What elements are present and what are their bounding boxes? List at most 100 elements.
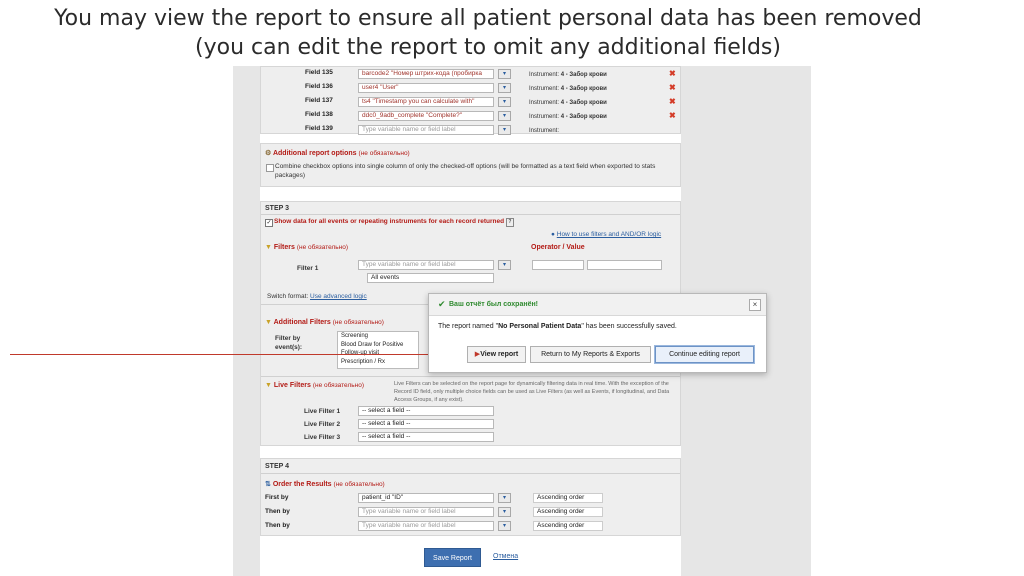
field-dropdown-button[interactable]: ▾ — [498, 97, 511, 107]
step4-panel: STEP 4 ⇅ Order the Results (не обязатель… — [260, 458, 681, 536]
order-row-label: Then by — [265, 522, 290, 529]
event-option[interactable]: Screening — [338, 332, 418, 341]
order-results-optional: (не обязательно) — [333, 481, 385, 488]
field-instrument: Instrument: 4 - Забор крови — [529, 71, 607, 79]
save-report-button[interactable]: Save Report — [424, 548, 481, 567]
optional-label: (не обязательно) — [358, 150, 410, 157]
additional-options-label: Additional report options — [272, 150, 357, 157]
field-row: Field 136 user4 "User" ▾ Instrument: 4 - За… — [261, 82, 680, 96]
field-variable-input[interactable]: user4 "User" — [358, 83, 494, 93]
order-dropdown-button[interactable]: ▾ — [498, 521, 511, 531]
instrument-label: Instrument: — [529, 100, 560, 106]
order-field-input[interactable]: patient_id "ID" — [358, 493, 494, 503]
order-row-label: Then by — [265, 508, 290, 515]
field-variable-input[interactable]: barcode2 "Номер штрих-кода (пробирка — [358, 69, 494, 79]
delete-field-icon[interactable]: ✖ — [669, 98, 676, 106]
info-icon: ● — [551, 231, 555, 238]
event-option[interactable]: Prescription / Rx — [338, 358, 418, 367]
order-results-title: ⇅ Order the Results (не обязательно) — [265, 480, 385, 488]
checkmark-icon: ✔ — [438, 299, 446, 309]
dialog-title: Ваш отчёт был сохранён! — [449, 301, 539, 308]
order-results-label: Order the Results — [272, 481, 332, 488]
cancel-link[interactable]: Отмена — [493, 553, 518, 560]
live-filter-select[interactable]: -- select a field -- — [358, 406, 494, 416]
help-question-icon[interactable]: ? — [505, 218, 514, 227]
field-variable-input[interactable]: ddc0_9adb_complete "Complete?" — [358, 111, 494, 121]
field-label: Field 138 — [305, 111, 333, 118]
live-filter-label: Live Filter 2 — [304, 421, 341, 428]
field-dropdown-button[interactable]: ▾ — [498, 69, 511, 79]
view-report-button[interactable]: ▶View report — [467, 346, 526, 363]
field-instrument: Instrument: 4 - Забор крови — [529, 99, 607, 107]
field-instrument: Instrument: 4 - Забор крови — [529, 85, 607, 93]
view-report-label: View report — [480, 351, 519, 358]
continue-editing-button[interactable]: Continue editing report — [655, 346, 754, 363]
combine-checkbox-label: Combine checkbox options into single col… — [275, 163, 656, 179]
event-option[interactable]: Blood Draw for Positive — [338, 341, 418, 350]
order-field-input[interactable]: Type variable name or field label — [358, 507, 494, 517]
live-filters-optional: (не обязательно) — [312, 382, 365, 389]
operator-select[interactable] — [532, 260, 584, 270]
advanced-logic-link[interactable]: Use advanced logic — [310, 293, 367, 300]
delete-field-icon[interactable]: ✖ — [669, 70, 676, 78]
field-variable-input[interactable]: ts4 "Timestamp you can calculate with" — [358, 97, 494, 107]
annotation-arrow-line — [10, 354, 470, 355]
order-dropdown-button[interactable]: ▾ — [498, 507, 511, 517]
value-input[interactable] — [587, 260, 662, 270]
message-post: " has been successfully saved. — [581, 323, 677, 330]
field-variable-input[interactable]: Type variable name or field label — [358, 125, 494, 135]
field-dropdown-button[interactable]: ▾ — [498, 83, 511, 93]
sort-order-select[interactable]: Ascending order — [533, 493, 603, 503]
instrument-label: Instrument: — [529, 86, 560, 92]
order-dropdown-button[interactable]: ▾ — [498, 493, 511, 503]
filter1-label: Filter 1 — [297, 265, 319, 272]
field-row: Field 135 barcode2 "Номер штрих-кода (про… — [261, 68, 680, 82]
field-label: Field 136 — [305, 83, 333, 90]
instrument-label: Instrument: — [529, 114, 560, 120]
order-field-input[interactable]: Type variable name or field label — [358, 521, 494, 531]
delete-field-icon[interactable]: ✖ — [669, 84, 676, 92]
field-label: Field 137 — [305, 97, 333, 104]
combine-checkbox[interactable] — [266, 164, 274, 172]
instrument-label: Instrument: — [529, 72, 560, 78]
events-listbox[interactable]: Screening Blood Draw for Positive Follow-u… — [337, 331, 419, 369]
operator-header: Operator / Value — [531, 244, 585, 251]
wrench-icon: ⚙ — [265, 150, 272, 157]
field-dropdown-button[interactable]: ▾ — [498, 125, 511, 135]
order-row: First by patient_id "ID" ▾ Ascending order — [261, 492, 680, 506]
show-data-label: Show data for all events or repeating in… — [274, 217, 519, 227]
close-icon[interactable]: × — [749, 299, 761, 311]
step4-label: STEP 4 — [265, 463, 289, 470]
live-filter-label: Live Filter 3 — [304, 434, 341, 441]
field-label: Field 135 — [305, 69, 333, 76]
filters-help[interactable]: ● How to use filters and AND/OR logic — [551, 230, 661, 239]
filter1-dropdown-button[interactable]: ▾ — [498, 260, 511, 270]
instrument-label: Instrument: — [529, 128, 560, 134]
fields-panel: Field 135 barcode2 "Номер штрих-кода (про… — [260, 66, 681, 135]
field-row: Field 139 Type variable name or field lab… — [261, 124, 680, 138]
sort-order-select[interactable]: Ascending order — [533, 521, 603, 531]
field-row: Field 137 ts4 "Timestamp you can calculat… — [261, 96, 680, 110]
live-filters-description: Live Filters can be selected on the repo… — [394, 381, 670, 403]
filters-label: Filters — [273, 244, 295, 251]
additional-filters-label: Additional Filters — [273, 319, 331, 326]
live-filter-select[interactable]: -- select a field -- — [358, 419, 494, 429]
filters-title: ▼ Filters (не обязательно) — [265, 244, 348, 251]
filter1-field-input[interactable]: Type variable name or field label — [358, 260, 494, 270]
all-events-select[interactable]: All events — [367, 273, 494, 283]
message-pre: The report named " — [438, 323, 499, 330]
field-dropdown-button[interactable]: ▾ — [498, 111, 511, 121]
live-filter-select[interactable]: -- select a field -- — [358, 432, 494, 442]
show-data-checkbox[interactable]: ✓ — [265, 219, 273, 227]
filter-by-event-label: Filter by event(s): — [275, 335, 303, 351]
filter-icon: ▼ — [265, 319, 272, 326]
instrument-name: 4 - Забор крови — [560, 72, 607, 78]
sort-order-select[interactable]: Ascending order — [533, 507, 603, 517]
return-reports-button[interactable]: Return to My Reports & Exports — [530, 346, 651, 363]
field-instrument: Instrument: — [529, 127, 559, 135]
dialog-message: The report named "No Personal Patient Da… — [438, 323, 677, 330]
filters-help-link[interactable]: How to use filters and AND/OR logic — [557, 231, 661, 238]
delete-field-icon[interactable]: ✖ — [669, 112, 676, 120]
additional-filters-optional: (не обязательно) — [332, 319, 384, 326]
all-events-value: All events — [371, 274, 400, 281]
